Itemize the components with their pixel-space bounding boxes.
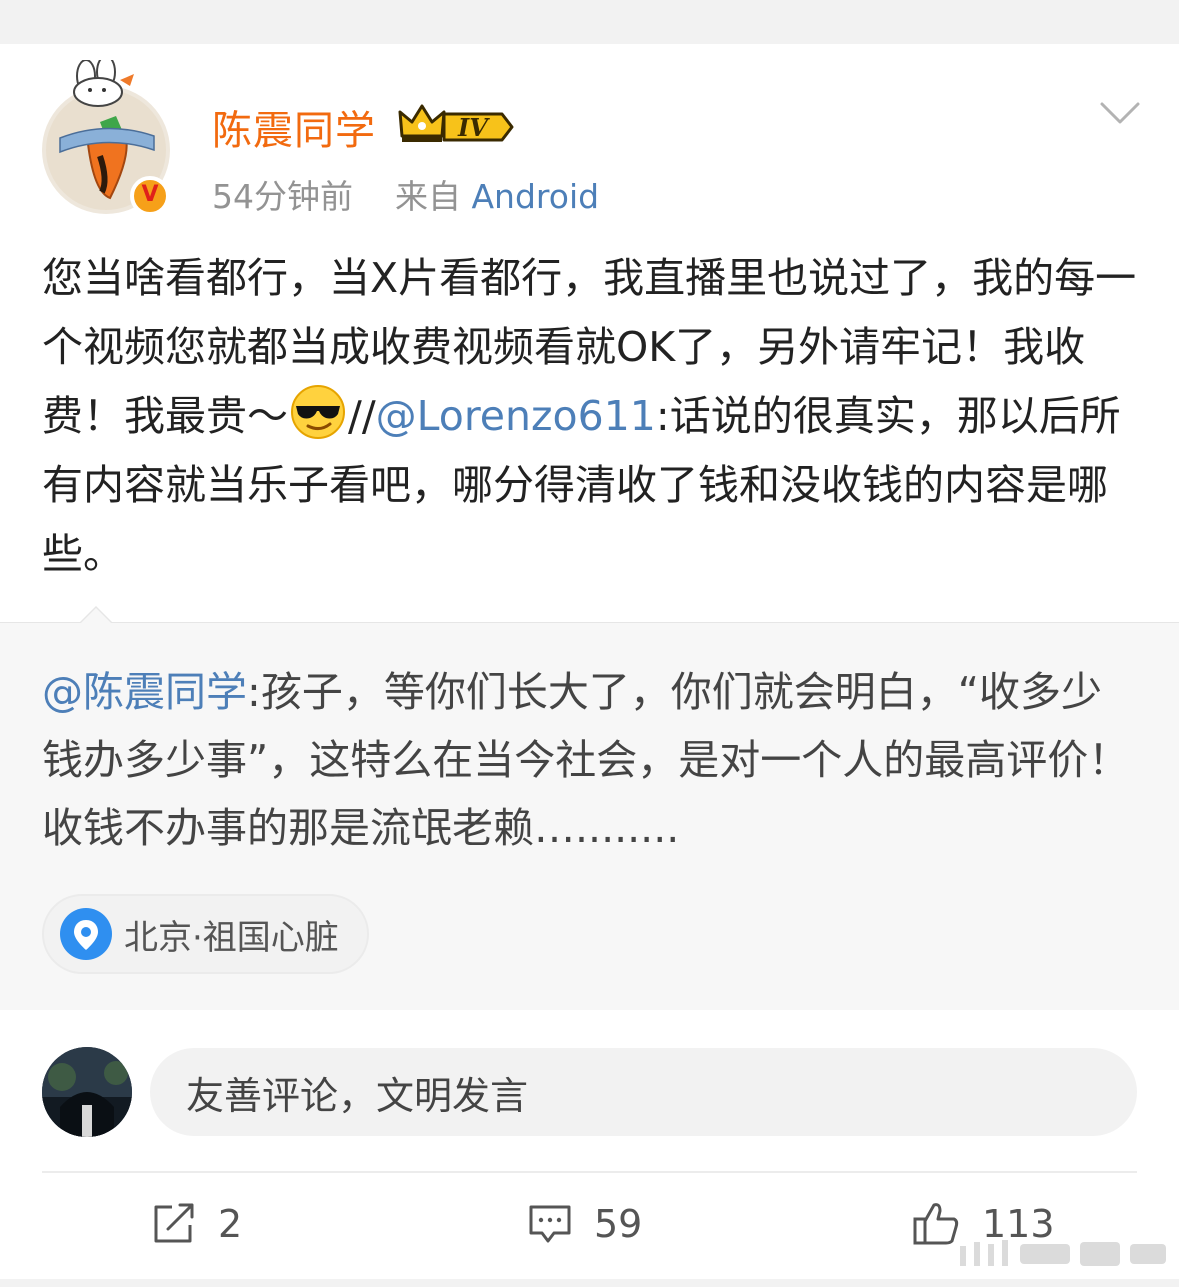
vip-badge[interactable]: IV [398, 100, 518, 146]
like-icon [913, 1203, 959, 1245]
post-body: 您当啥看都行，当X片看都行，我直播里也说过了，我的每一个视频您就都当成收费视频看… [42, 244, 1137, 589]
sunglasses-emoji [291, 385, 345, 439]
verified-badge: V [130, 176, 170, 216]
comment-icon [529, 1205, 571, 1243]
chevron-down-icon[interactable] [1098, 96, 1142, 132]
current-user-avatar[interactable] [42, 1047, 132, 1137]
author-name[interactable]: 陈震同学 [212, 98, 376, 156]
location-tag[interactable]: 北京·祖国心脏 [42, 894, 369, 974]
bottom-separator [0, 1279, 1179, 1287]
comment-placeholder: 友善评论，文明发言 [186, 1073, 529, 1118]
source-prefix: 来自 [394, 177, 461, 216]
post-meta: 54分钟前 来自 Android [212, 170, 599, 218]
share-count: 2 [218, 1202, 243, 1246]
quote-notch-inner [81, 608, 111, 623]
location-pin-icon [60, 908, 112, 960]
quoted-author-mention[interactable]: @陈震同学 [42, 668, 247, 716]
watermark-graphic [960, 1240, 1166, 1266]
comment-count: 59 [594, 1202, 643, 1246]
share-icon [154, 1203, 194, 1243]
comment-input[interactable]: 友善评论，文明发言 [150, 1048, 1137, 1136]
share-button[interactable]: 2 [152, 1196, 242, 1252]
post-source[interactable]: Android [471, 177, 599, 216]
action-divider [42, 1171, 1137, 1173]
location-label: 北京·祖国心脏 [124, 917, 339, 958]
comment-button[interactable]: 59 [528, 1196, 642, 1252]
repost-separator: // [348, 392, 376, 440]
post-time: 54分钟前 [212, 177, 353, 216]
quoted-text: @陈震同学:孩子，等你们长大了，你们就会明白，“收多少钱办多少事”，这特么在当今… [42, 658, 1137, 862]
crown-icon: IV [398, 104, 514, 142]
mention-link[interactable]: @Lorenzo611 [376, 392, 656, 440]
svg-text:IV: IV [457, 113, 490, 142]
top-separator [0, 0, 1179, 44]
